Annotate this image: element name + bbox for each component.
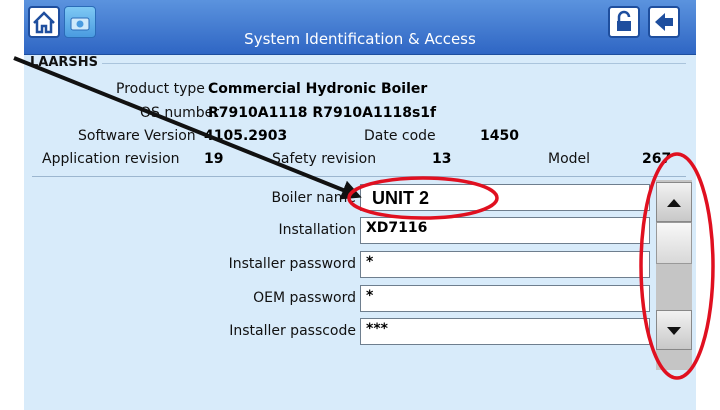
- callout-unit-name: UNIT 2: [372, 188, 430, 208]
- annotation-overlay: [13, 56, 715, 380]
- pointer-arrow: [13, 56, 362, 200]
- scrollbar-highlight: [639, 152, 715, 380]
